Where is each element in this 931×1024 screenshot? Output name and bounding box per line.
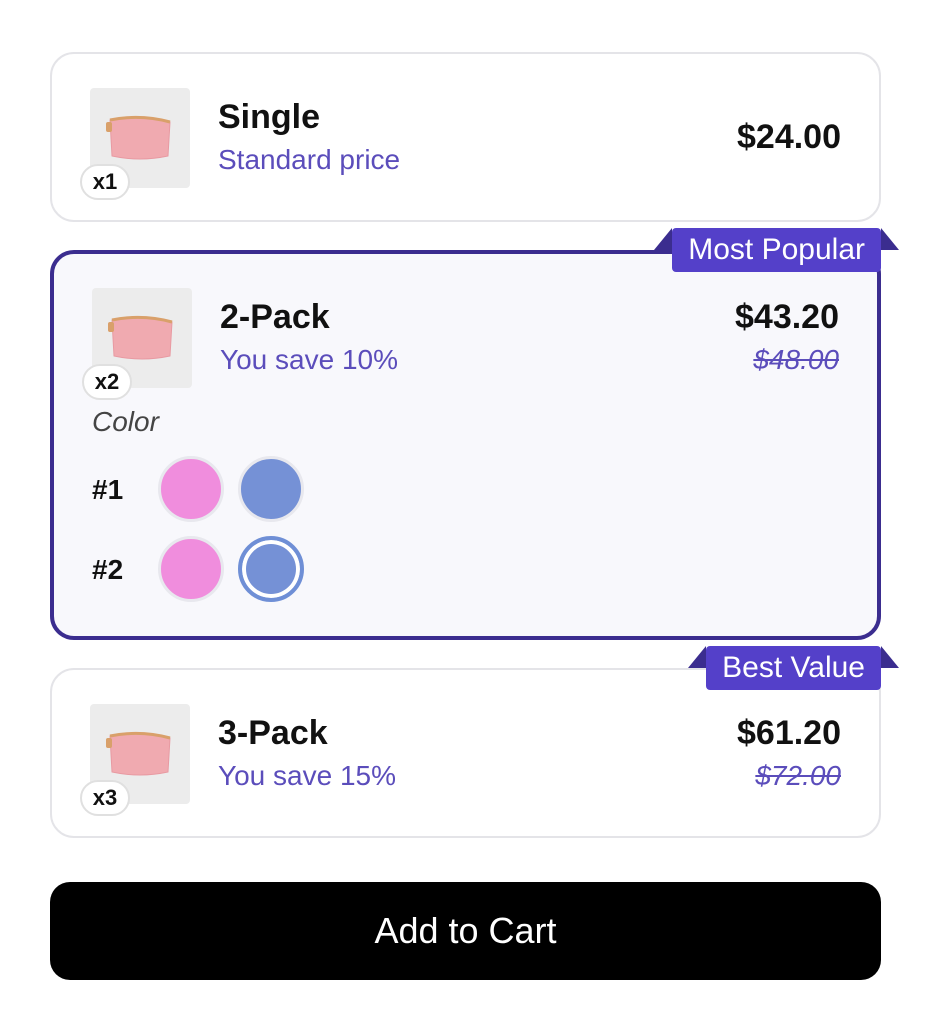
option-title: 3-Pack: [218, 714, 328, 752]
original-price: $48.00: [753, 344, 839, 375]
bag-icon: [106, 115, 171, 160]
swatch-blue-slot-1[interactable]: [238, 456, 304, 522]
option-title: Single: [218, 98, 321, 136]
color-label: Color: [92, 406, 159, 437]
swatch-blue-slot-2-selected[interactable]: [238, 536, 304, 602]
ribbon-tail: [881, 228, 899, 250]
ribbon-tail: [881, 646, 899, 668]
best-value-ribbon: Best Value: [688, 646, 899, 690]
bag-icon: [106, 731, 171, 776]
option-price: $24.00: [737, 118, 841, 156]
ribbon-tail: [654, 228, 673, 250]
option-subtitle: You save 10%: [220, 344, 398, 375]
ribbon-label: Best Value: [722, 651, 865, 684]
option-price: $61.20: [737, 714, 841, 752]
quantity-badge: x2: [82, 364, 132, 400]
most-popular-ribbon: Most Popular: [654, 228, 899, 272]
option-subtitle: Standard price: [218, 144, 401, 175]
option-3-pack[interactable]: x3 3-Pack You save 15% $61.20 $72.00: [50, 668, 881, 838]
add-to-cart-button[interactable]: Add to Cart: [50, 882, 881, 980]
option-price: $43.20: [735, 298, 839, 336]
ribbon-label: Most Popular: [688, 233, 865, 266]
color-slot-2-label: #2: [92, 554, 124, 585]
ribbon-tail: [688, 646, 707, 668]
quantity-badge: x3: [80, 780, 130, 816]
product-thumbnail: x2: [82, 288, 192, 400]
quantity-badge: x1: [80, 164, 130, 200]
swatch-pink-slot-2[interactable]: [158, 536, 224, 602]
option-single[interactable]: x1 Single Standard price $24.00: [50, 52, 881, 222]
original-price: $72.00: [755, 760, 841, 791]
color-slot-1-label: #1: [92, 474, 124, 505]
option-subtitle: You save 15%: [218, 760, 396, 791]
product-thumbnail: x1: [80, 88, 190, 200]
option-2-pack[interactable]: x2 2-Pack You save 10% $43.20 $48.00 Col…: [50, 250, 881, 640]
product-thumbnail: x3: [80, 704, 190, 816]
option-title: 2-Pack: [220, 298, 330, 336]
bag-icon: [108, 315, 173, 360]
swatch-pink-slot-1[interactable]: [158, 456, 224, 522]
